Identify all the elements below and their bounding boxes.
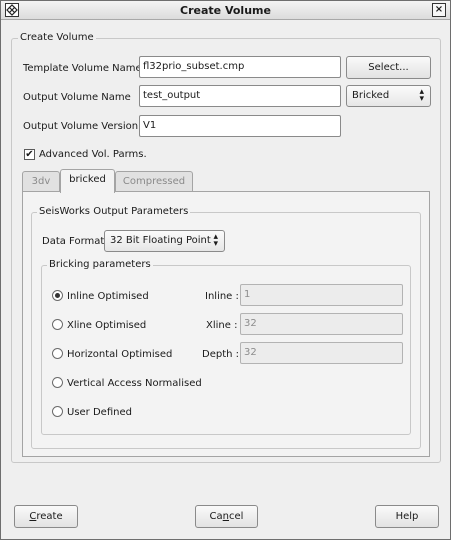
output-volume-label: Output Volume Name xyxy=(23,92,131,103)
combo-arrow-icon: ▴ ▾ xyxy=(419,87,424,104)
depth-size-field: 32 xyxy=(240,342,403,364)
horizontal-optimised-label[interactable]: Horizontal Optimised xyxy=(67,349,172,360)
output-version-label: Output Volume Version xyxy=(23,121,139,132)
help-button[interactable]: Help xyxy=(375,505,439,528)
inline-size-field: 1 xyxy=(240,284,403,306)
output-format-value: Bricked xyxy=(352,90,390,101)
cancel-label-b: cel xyxy=(229,511,244,522)
create-label: reate xyxy=(36,511,63,522)
user-defined-label[interactable]: User Defined xyxy=(67,407,132,418)
data-format-combo[interactable]: 32 Bit Floating Point ▴ ▾ xyxy=(104,230,225,252)
template-volume-field[interactable]: fl32prio_subset.cmp xyxy=(139,56,341,78)
bricking-group-title: Bricking parameters xyxy=(47,259,153,270)
output-version-field[interactable]: V1 xyxy=(139,115,341,137)
seisworks-group-title: SeisWorks Output Parameters xyxy=(37,206,191,217)
xline-optimised-radio[interactable] xyxy=(52,319,63,330)
inline-optimised-label[interactable]: Inline Optimised xyxy=(67,291,149,302)
select-button[interactable]: Select... xyxy=(346,56,431,79)
vertical-access-radio[interactable] xyxy=(52,377,63,388)
horizontal-optimised-radio[interactable] xyxy=(52,348,63,359)
xline-optimised-label[interactable]: Xline Optimised xyxy=(67,320,146,331)
output-format-combo[interactable]: Bricked ▴ ▾ xyxy=(346,85,431,107)
data-format-label: Data Format xyxy=(42,236,105,247)
close-icon[interactable]: × xyxy=(432,3,446,17)
cancel-label-a: Ca xyxy=(209,511,223,522)
create-volume-group-title: Create Volume xyxy=(18,32,96,43)
xline-field-label: Xline : xyxy=(206,320,238,331)
inline-field-label: Inline : xyxy=(205,291,239,302)
vertical-access-label[interactable]: Vertical Access Normalised xyxy=(67,378,202,389)
advanced-parms-label[interactable]: Advanced Vol. Parms. xyxy=(39,149,147,160)
window-title: Create Volume xyxy=(180,4,271,17)
advanced-parms-checkbox[interactable]: ✔ xyxy=(24,149,35,160)
depth-field-label: Depth : xyxy=(202,349,240,360)
xline-size-field: 32 xyxy=(240,313,403,335)
output-volume-field[interactable]: test_output xyxy=(139,85,341,107)
create-volume-window: Create Volume × Create Volume Template V… xyxy=(0,0,451,540)
title-bar[interactable]: Create Volume × xyxy=(1,1,450,20)
create-button[interactable]: Create xyxy=(14,505,78,528)
combo-arrow-icon: ▴ ▾ xyxy=(213,232,218,249)
cancel-button[interactable]: Cancel xyxy=(195,505,258,528)
inline-optimised-radio[interactable] xyxy=(52,290,63,301)
tab-compressed[interactable]: Compressed xyxy=(115,171,193,192)
user-defined-radio[interactable] xyxy=(52,406,63,417)
data-format-value: 32 Bit Floating Point xyxy=(110,235,211,246)
tab-bricked[interactable]: bricked xyxy=(60,169,115,193)
tab-3dv[interactable]: 3dv xyxy=(22,171,60,192)
template-volume-label: Template Volume Name xyxy=(23,63,142,74)
